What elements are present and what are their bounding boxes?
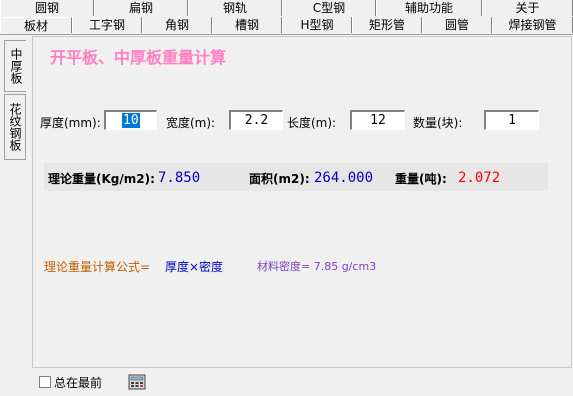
tab-flat-steel[interactable]: 扁钢 xyxy=(94,0,188,16)
tab-divider xyxy=(0,34,573,35)
tab-about[interactable]: 关于 xyxy=(482,0,573,16)
length-label: 长度(m): xyxy=(287,116,337,130)
tab-plate[interactable]: 板材 xyxy=(0,17,72,33)
tab-round-steel[interactable]: 圆钢 xyxy=(0,0,94,16)
always-on-top-label: 总在最前 xyxy=(54,376,103,390)
panel-title: 开平板、中厚板重量计算 xyxy=(50,48,227,67)
quantity-input[interactable]: 1 xyxy=(484,110,539,130)
tab-h-beam[interactable]: H型钢 xyxy=(282,17,352,33)
width-input[interactable]: 2.2 xyxy=(229,110,283,130)
tab-rail[interactable]: 钢轨 xyxy=(188,0,282,16)
thickness-label: 厚度(mm): xyxy=(40,116,101,130)
tab-channel-steel[interactable]: 槽钢 xyxy=(212,17,282,33)
theoretical-weight-label: 理论重量(Kg/m2): xyxy=(48,172,155,186)
vtab-medium-plate[interactable]: 中厚板 xyxy=(4,40,26,92)
tab-welded-pipe[interactable]: 焊接钢管 xyxy=(492,17,573,33)
vtab-checkered-plate[interactable]: 花纹钢板 xyxy=(4,94,26,160)
always-on-top-checkbox[interactable] xyxy=(39,376,51,388)
quantity-label: 数量(块): xyxy=(413,116,463,130)
main-panel xyxy=(32,36,572,368)
tab-row-1: 圆钢 扁钢 钢轨 C型钢 辅助功能 关于 xyxy=(0,0,573,17)
formula-expression: 厚度×密度 xyxy=(165,260,224,274)
density-text: 材料密度= 7.85 g/cm3 xyxy=(257,260,377,273)
width-label: 宽度(m): xyxy=(166,116,216,130)
tab-angle-steel[interactable]: 角钢 xyxy=(142,17,212,33)
weight-label: 重量(吨): xyxy=(395,172,447,186)
tab-i-beam[interactable]: 工字钢 xyxy=(72,17,142,33)
thickness-value: 10 xyxy=(122,113,140,128)
tab-row-2: 板材 工字钢 角钢 槽钢 H型钢 矩形管 圆管 焊接钢管 xyxy=(0,17,573,34)
formula-label: 理论重量计算公式= xyxy=(44,260,151,274)
tab-rect-tube[interactable]: 矩形管 xyxy=(352,17,422,33)
area-label: 面积(m2): xyxy=(249,172,310,186)
length-input[interactable]: 12 xyxy=(350,110,405,130)
tab-round-tube[interactable]: 圆管 xyxy=(422,17,492,33)
calculator-icon[interactable] xyxy=(128,374,146,390)
tab-c-steel[interactable]: C型钢 xyxy=(282,0,376,16)
thickness-input[interactable]: 10 xyxy=(104,110,157,130)
weight-value: 2.072 xyxy=(458,170,501,186)
tab-aux-functions[interactable]: 辅助功能 xyxy=(376,0,482,16)
theoretical-weight-value: 7.850 xyxy=(158,170,201,186)
area-value: 264.000 xyxy=(314,170,374,186)
